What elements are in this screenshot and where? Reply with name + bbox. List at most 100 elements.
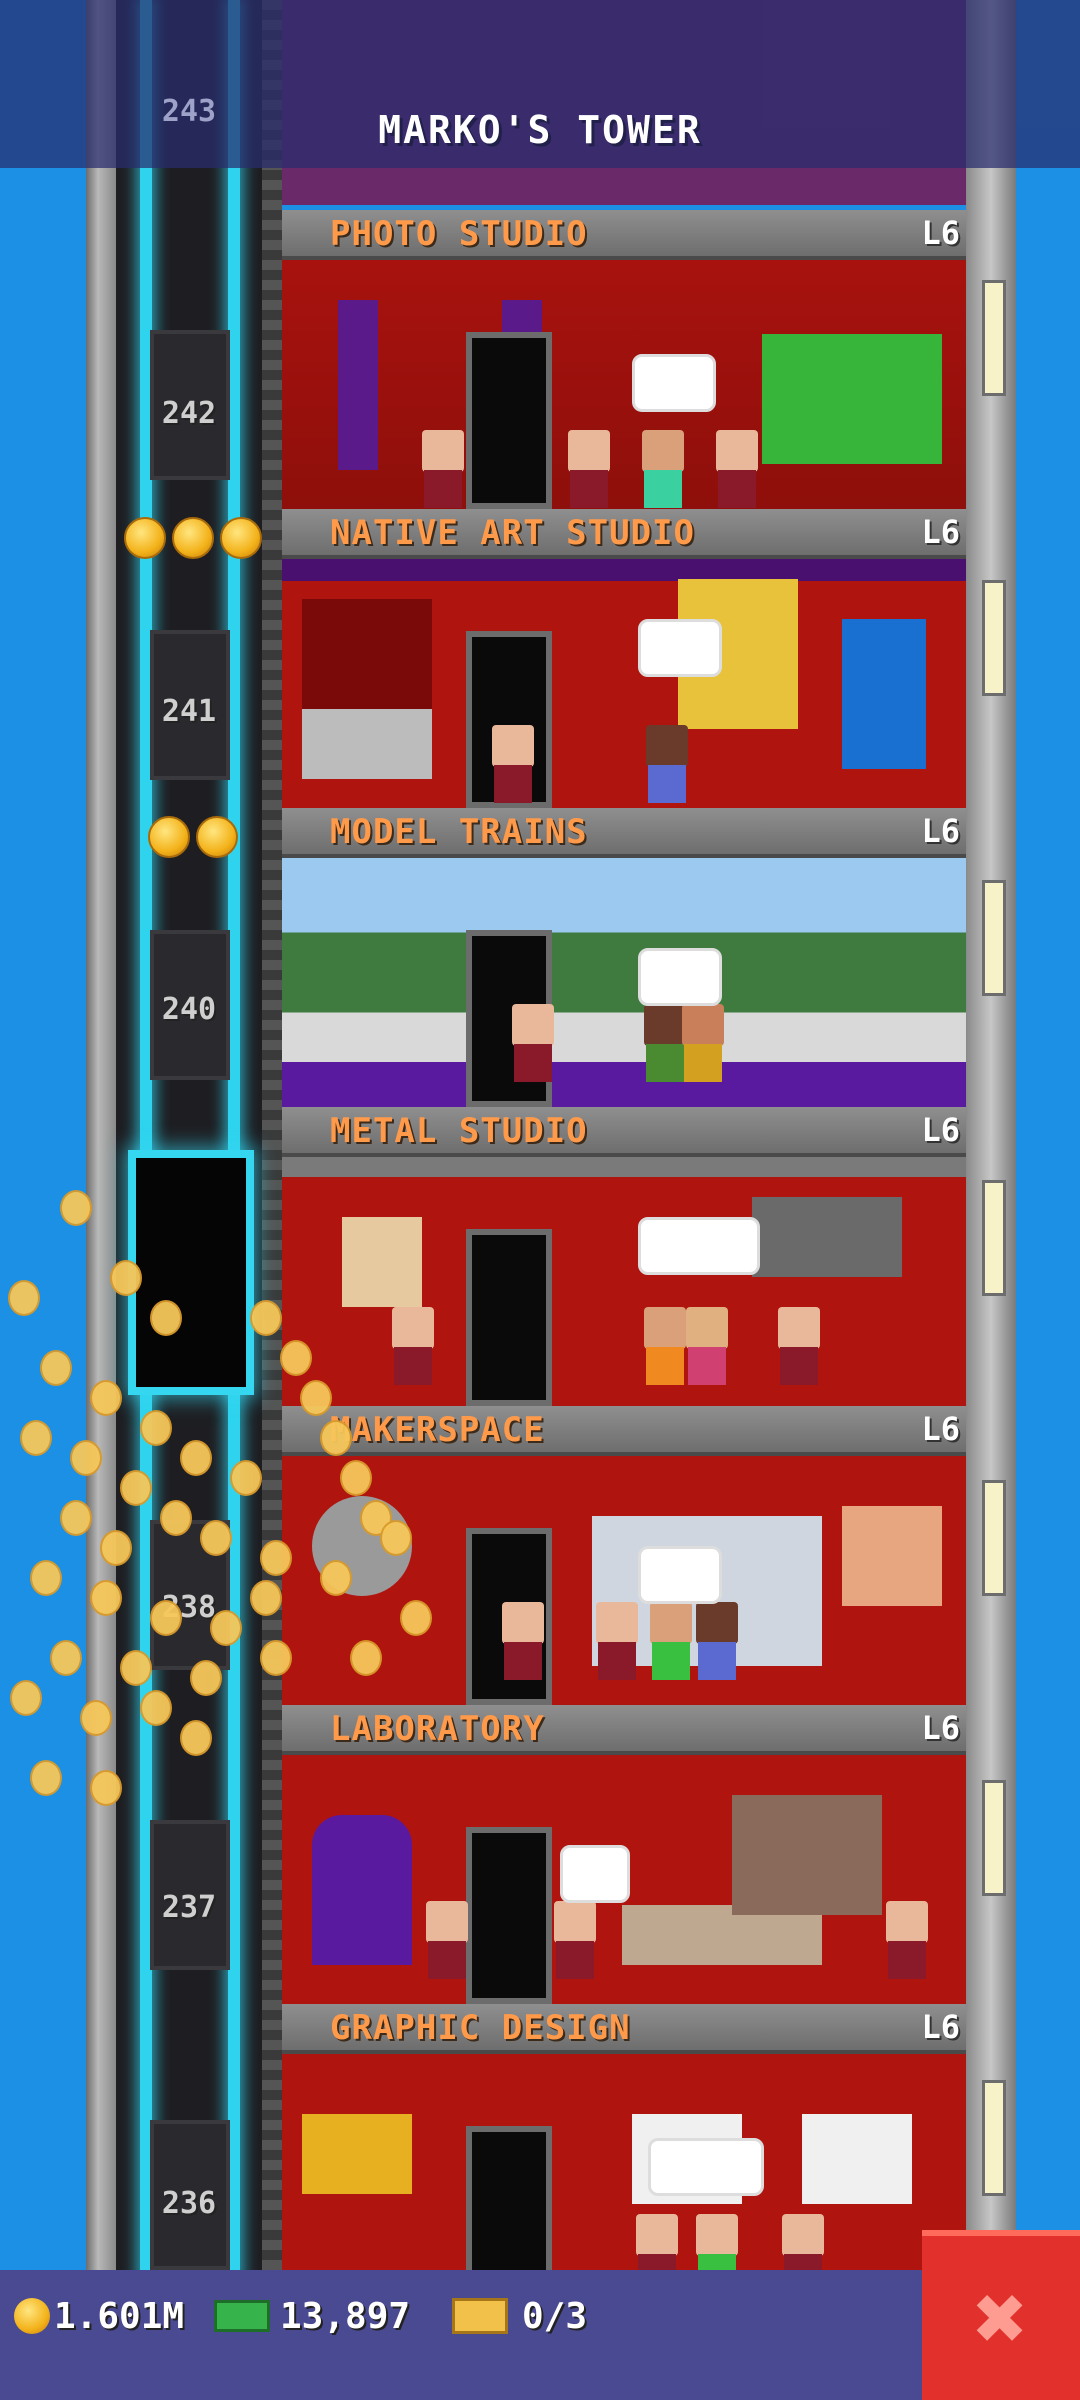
floor-room[interactable] [282, 1755, 966, 2004]
bitizen[interactable] [682, 1307, 732, 1385]
shaft-floor-number: 237 [161, 1890, 217, 1925]
ceiling-trim [282, 559, 966, 581]
flying-coin [150, 1600, 182, 1636]
flying-coin [50, 1640, 82, 1676]
bux-value: 13,897 [280, 2295, 411, 2337]
bitizen[interactable] [774, 1307, 824, 1385]
elevator-car[interactable] [128, 1150, 254, 1395]
flying-coin [90, 1580, 122, 1616]
shelf [302, 599, 432, 709]
wall-window [982, 1180, 1006, 1296]
flying-coin [120, 1650, 152, 1686]
floor-nameplate: MODEL TRAINS L6 [282, 808, 966, 858]
flying-coin [320, 1420, 352, 1456]
bitizen[interactable] [638, 430, 688, 508]
flying-coin [190, 1660, 222, 1696]
window-frame [802, 2114, 912, 2204]
tower-title[interactable]: MARKO'S TOWER [0, 108, 1080, 152]
bitizen[interactable] [422, 1901, 472, 1979]
floor-level: L6 [921, 513, 960, 551]
bitizen[interactable] [678, 1004, 728, 1082]
floor-room[interactable] [282, 260, 966, 509]
bitizen[interactable] [488, 725, 538, 803]
wall-window [982, 1480, 1006, 1596]
floor-nameplate: LABORATORY L6 [282, 1705, 966, 1755]
floor-name: METAL STUDIO [330, 1111, 588, 1151]
coin-icon[interactable] [220, 517, 262, 559]
speech-bubble[interactable] [648, 2138, 764, 2196]
floor-room[interactable] [282, 1456, 966, 1705]
coin-icon[interactable] [124, 517, 166, 559]
floor-native-art-studio[interactable]: NATIVE ART STUDIO L6 [282, 509, 966, 808]
bitizen[interactable] [882, 1901, 932, 1979]
ceiling-lights [282, 1157, 966, 1177]
shaft-divider [262, 0, 282, 2280]
floor-level: L6 [921, 812, 960, 850]
tickets-stat[interactable]: 0/3 [452, 2290, 587, 2342]
bitizen[interactable] [550, 1901, 600, 1979]
tickets-value: 0/3 [522, 2295, 588, 2337]
speech-bubble[interactable] [638, 948, 722, 1006]
flying-coin [70, 1440, 102, 1476]
coins-stat[interactable]: 1.601M [14, 2290, 184, 2342]
bitizen[interactable] [418, 430, 468, 508]
floor-metal-studio[interactable]: METAL STUDIO L6 [282, 1107, 966, 1406]
statue-window [842, 619, 926, 769]
floor-level: L6 [921, 2008, 960, 2046]
shaft-floor-number: 236 [161, 2186, 217, 2221]
floor-room[interactable] [282, 858, 966, 1107]
cabinet [302, 709, 432, 779]
floor-room[interactable] [282, 1157, 966, 1406]
bux-stat[interactable]: 13,897 [214, 2290, 410, 2342]
close-button[interactable]: ✖ [922, 2230, 1080, 2400]
flying-coin [400, 1600, 432, 1636]
floor-door[interactable] [466, 332, 552, 509]
floor-laboratory[interactable]: LABORATORY L6 [282, 1705, 966, 2004]
bitizen[interactable] [388, 1307, 438, 1385]
floor-makerspace[interactable]: MAKERSPACE L6 [282, 1406, 966, 1705]
bitizen[interactable] [508, 1004, 558, 1082]
wall-window [982, 580, 1006, 696]
wall-window [982, 1780, 1006, 1896]
floor-room[interactable] [282, 559, 966, 808]
bux-icon [214, 2300, 270, 2332]
flying-coin [80, 1700, 112, 1736]
bitizen[interactable] [592, 1602, 642, 1680]
flying-coin [30, 1760, 62, 1796]
floor-name: LABORATORY [330, 1709, 545, 1749]
flying-coin [90, 1770, 122, 1806]
coin-icon[interactable] [196, 816, 238, 858]
wall-window [982, 2080, 1006, 2196]
pegboard [842, 1506, 942, 1606]
floor-room[interactable] [282, 2054, 966, 2303]
floor-photo-studio[interactable]: PHOTO STUDIO L6 [282, 210, 966, 509]
speech-bubble[interactable] [632, 354, 716, 412]
bitizen[interactable] [692, 1602, 742, 1680]
coin-icon[interactable] [148, 816, 190, 858]
speech-bubble[interactable] [638, 1546, 722, 1604]
flying-coin [20, 1420, 52, 1456]
ticket-icon [452, 2298, 508, 2334]
bitizen[interactable] [646, 1602, 696, 1680]
coins-value: 1.601M [54, 2295, 185, 2337]
bitizen[interactable] [498, 1602, 548, 1680]
flying-coin [10, 1680, 42, 1716]
bitizen[interactable] [564, 430, 614, 508]
flying-coin [60, 1500, 92, 1536]
coin-icon[interactable] [172, 517, 214, 559]
flying-coin [260, 1540, 292, 1576]
flying-coin [120, 1470, 152, 1506]
flying-coin [380, 1520, 412, 1556]
floor-door[interactable] [466, 1229, 552, 1406]
speech-bubble[interactable] [638, 619, 722, 677]
speech-bubble[interactable] [638, 1217, 760, 1275]
bitizen[interactable] [642, 725, 692, 803]
bitizen[interactable] [712, 430, 762, 508]
flying-coin [250, 1580, 282, 1616]
floor-graphic-design[interactable]: GRAPHIC DESIGN L6 [282, 2004, 966, 2303]
speech-bubble[interactable] [560, 1845, 630, 1903]
shaft-floor-number: 241 [161, 694, 217, 729]
floor-model-trains[interactable]: MODEL TRAINS L6 [282, 808, 966, 1107]
metal-rack [752, 1197, 902, 1277]
floor-door[interactable] [466, 1827, 552, 2004]
